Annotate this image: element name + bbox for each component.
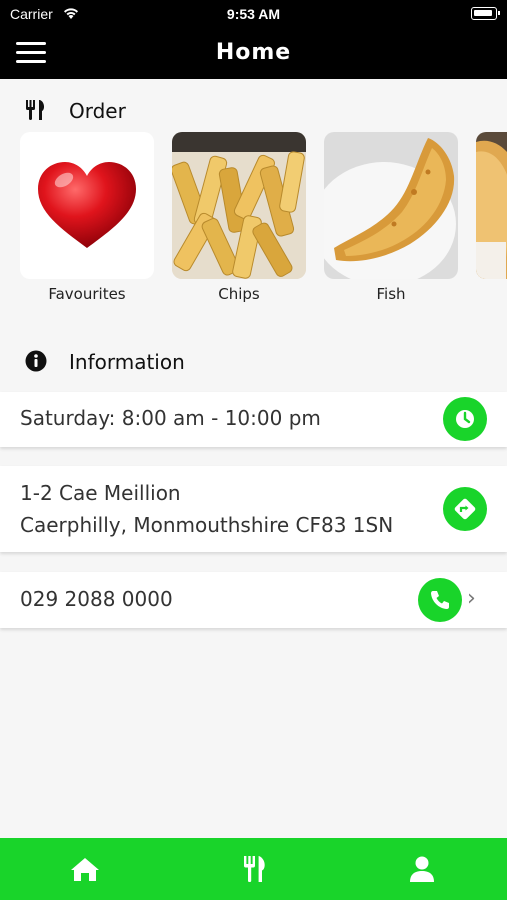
phone-number-text: 029 2088 0000 [20,587,173,611]
category-chips[interactable]: Chips [172,132,306,303]
bottom-tab-bar [0,838,507,900]
address-line-1: 1-2 Cae Meillion [20,481,181,505]
category-label: Favourites [48,285,126,303]
information-section-title: Information [69,350,185,374]
order-section-header: Order [0,90,507,130]
clock-time: 9:53 AM [226,6,281,22]
user-icon[interactable] [405,852,439,886]
utensils-tab-icon[interactable] [237,852,271,886]
address-card[interactable]: 1-2 Cae Meillion Caerphilly, Monmouthshi… [0,466,507,552]
phone-icon [431,591,449,609]
order-section-title: Order [69,99,126,123]
category-carousel[interactable]: Favourites Chips Fish [0,132,507,307]
battery-icon [471,7,500,20]
pie-photo [476,132,507,279]
favourites-thumbnail [20,132,154,279]
phone-card[interactable]: 029 2088 0000 › [0,572,507,628]
fish-photo [324,132,458,279]
directions-button[interactable] [443,487,487,531]
information-section-header: Information [0,341,507,381]
navigation-bar: Home [0,28,507,79]
category-pie[interactable] [476,132,507,285]
heart-icon [38,162,136,248]
category-label: Fish [376,285,406,303]
status-bar: Carrier 9:53 AM [0,0,507,28]
address-line-2: Caerphilly, Monmouthshire CF83 1SN [20,513,394,537]
chips-photo [172,132,306,279]
category-fish[interactable]: Fish [324,132,458,303]
clock-button[interactable] [443,397,487,441]
page-title: Home [215,40,292,65]
info-icon [25,350,47,372]
opening-hours-card[interactable]: Saturday: 8:00 am - 10:00 pm [0,392,507,447]
clock-icon [456,410,474,428]
call-button[interactable] [418,578,462,622]
home-icon[interactable] [68,852,102,886]
chevron-right-icon: › [467,586,476,611]
category-favourites[interactable]: Favourites [20,132,154,303]
utensils-icon [26,100,45,120]
directions-icon [454,498,476,520]
opening-hours-text: Saturday: 8:00 am - 10:00 pm [20,406,321,430]
category-label: Chips [218,285,260,303]
